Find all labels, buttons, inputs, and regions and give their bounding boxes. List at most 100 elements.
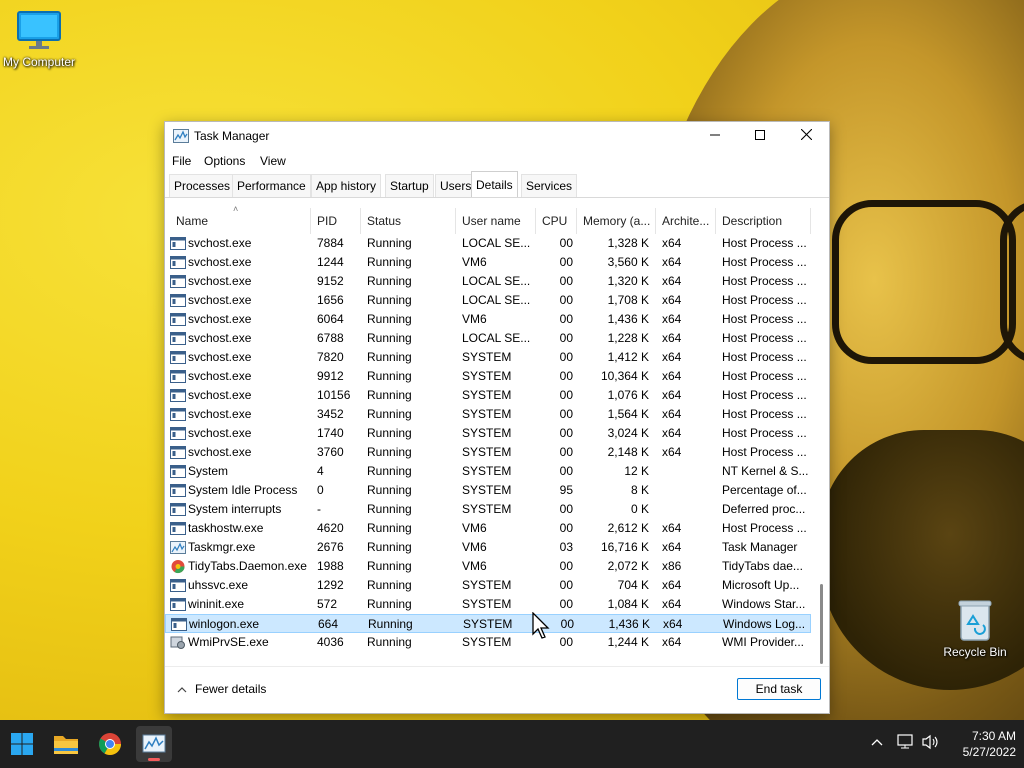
menu-options[interactable]: Options	[204, 154, 245, 168]
volume-icon[interactable]	[921, 734, 939, 753]
cpu-cell: 00	[559, 236, 573, 250]
architecture-cell: x64	[662, 388, 682, 402]
start-button[interactable]	[4, 726, 40, 762]
table-row[interactable]: svchost.exe 10156 Running SYSTEM 00 1,076 K x6…	[165, 386, 811, 405]
table-row[interactable]: System Idle Process 0 Running SYSTEM 95 8 K Pe…	[165, 481, 811, 500]
table-row[interactable]: wininit.exe 572 Running SYSTEM 00 1,084 Kx64 W…	[165, 595, 811, 614]
fewer-details-link[interactable]: Fewer details	[177, 682, 266, 696]
table-row[interactable]: svchost.exe 9912 Running SYSTEM 00 10,364 K x6…	[165, 367, 811, 386]
menu-bar: File Options View	[165, 152, 829, 172]
column-status[interactable]: Status	[361, 208, 456, 234]
pid-cell: 9912	[317, 369, 344, 383]
process-name: svchost.exe	[188, 255, 252, 269]
tab-details[interactable]: Details	[471, 171, 518, 198]
table-row[interactable]: System 4 Running SYSTEM 00 12 K NT Kernel & S.…	[165, 462, 811, 481]
tab-services[interactable]: Services	[521, 174, 578, 197]
memory-cell: 2,148 K	[607, 445, 649, 459]
table-row[interactable]: svchost.exe 3452 Running SYSTEM 00 1,564 K x64…	[165, 405, 811, 424]
clock-time: 7:30 AM	[971, 729, 1016, 743]
desktop-icon-recycle-bin[interactable]: Recycle Bin	[940, 598, 1010, 659]
column-memory[interactable]: Memory (a...	[577, 208, 656, 234]
table-row[interactable]: svchost.exe 6788 Running LOCAL SE... 00 1,228…	[165, 329, 811, 348]
service-icon	[170, 331, 186, 346]
table-row[interactable]: TidyTabs.Daemon.exe 1988 Running VM6 00 2,072…	[165, 557, 811, 576]
column-user-name[interactable]: User name	[456, 208, 536, 234]
table-row[interactable]: svchost.exe 1244 Running VM6 00 3,560 K x64 Hos…	[165, 253, 811, 272]
taskbar-file-explorer[interactable]	[48, 726, 84, 762]
service-icon	[170, 426, 186, 441]
menu-file[interactable]: File	[172, 154, 191, 168]
table-row[interactable]: svchost.exe 6064 Running VM6 00 1,436 K x64 Hos…	[165, 310, 811, 329]
table-row[interactable]: uhssvc.exe 1292 Running SYSTEM 00 704 K x64 Mic…	[165, 576, 811, 595]
column-cpu[interactable]: CPU	[536, 208, 577, 234]
taskbar-chrome[interactable]	[92, 726, 128, 762]
scrollbar-thumb[interactable]	[820, 584, 823, 664]
table-row[interactable]: System interrupts - Running SYSTEM 00 0 K Defe…	[165, 500, 811, 519]
column-name[interactable]: Name	[170, 208, 311, 234]
status-cell: Running	[367, 255, 412, 269]
column-architecture[interactable]: Archite...	[656, 208, 716, 234]
column-description[interactable]: Description	[716, 208, 811, 234]
architecture-cell: x64	[662, 236, 682, 250]
pid-cell: 7820	[317, 350, 344, 364]
tab-processes[interactable]: Processes	[169, 174, 236, 197]
user-name-cell: SYSTEM	[462, 388, 512, 402]
maximize-button[interactable]	[737, 122, 783, 150]
tab-performance[interactable]: Performance	[232, 174, 311, 197]
service-icon	[170, 578, 186, 593]
system-clock[interactable]: 7:30 AM 5/27/2022	[950, 728, 1016, 760]
column-pid[interactable]: PID	[311, 208, 361, 234]
pid-cell: 1292	[317, 578, 344, 592]
process-name: svchost.exe	[188, 388, 252, 402]
tab-startup[interactable]: Startup	[385, 174, 434, 197]
end-task-button[interactable]: End task	[737, 678, 821, 700]
title-bar[interactable]: Task Manager	[165, 122, 829, 150]
process-name: System	[188, 464, 229, 478]
user-name-cell: LOCAL SE...	[462, 274, 531, 288]
description-cell: Task Manager	[722, 540, 798, 554]
user-name-cell: SYSTEM	[462, 597, 512, 611]
table-row[interactable]: svchost.exe 3760 Running SYSTEM 00 2,148 K x64…	[165, 443, 811, 462]
table-row[interactable]: Taskmgr.exe 2676 Running VM6 03 16,716 K x64 Ta…	[165, 538, 811, 557]
table-row[interactable]: taskhostw.exe 4620 Running VM6 00 2,612 K x64 H…	[165, 519, 811, 538]
cpu-cell: 00	[559, 445, 573, 459]
desktop-icon-label: Recycle Bin	[943, 645, 1007, 659]
service-icon	[170, 293, 186, 308]
tab-app-history[interactable]: App history	[311, 174, 382, 197]
menu-view[interactable]: View	[260, 154, 286, 168]
user-name-cell: SYSTEM	[462, 445, 512, 459]
table-row[interactable]: svchost.exe 9152 Running LOCAL SE... 00 1,320…	[165, 272, 811, 291]
vertical-scrollbar[interactable]	[817, 234, 827, 664]
process-name: svchost.exe	[188, 369, 252, 383]
tidytabs-icon	[170, 559, 186, 574]
memory-cell: 3,560 K	[607, 255, 649, 269]
table-row[interactable]: winlogon.exe 664 Running SYSTEM 00 1,436 Kx64…	[165, 614, 811, 633]
status-cell: Running	[367, 293, 412, 307]
architecture-cell: x64	[662, 369, 682, 383]
process-name: svchost.exe	[188, 350, 252, 364]
process-name: Taskmgr.exe	[188, 540, 256, 554]
network-icon[interactable]	[897, 734, 915, 753]
taskbar-task-manager[interactable]	[136, 726, 172, 762]
status-cell: Running	[367, 635, 412, 649]
status-cell: Running	[368, 617, 413, 631]
table-row[interactable]: WmiPrvSE.exe 4036 Running SYSTEM 00 1,244 Kx6…	[165, 633, 811, 652]
minimize-button[interactable]	[692, 122, 738, 150]
cpu-cell: 03	[559, 540, 573, 554]
table-row[interactable]: svchost.exe 1656 Running LOCAL SE... 00 1,708…	[165, 291, 811, 310]
user-name-cell: VM6	[462, 312, 487, 326]
process-name: wininit.exe	[188, 597, 245, 611]
table-row[interactable]: svchost.exe 1740 Running SYSTEM 00 3,024 K x64…	[165, 424, 811, 443]
process-name: svchost.exe	[188, 293, 252, 307]
user-name-cell: SYSTEM	[462, 635, 512, 649]
status-cell: Running	[367, 388, 412, 402]
close-button[interactable]	[783, 122, 829, 150]
architecture-cell: x64	[662, 426, 682, 440]
chevron-up-icon[interactable]	[871, 734, 883, 750]
desktop-icon-my-computer[interactable]: My Computer	[0, 10, 78, 69]
table-row[interactable]: svchost.exe 7820 Running SYSTEM 00 1,412 K x64…	[165, 348, 811, 367]
cpu-cell: 00	[559, 464, 573, 478]
table-row[interactable]: svchost.exe 7884 Running LOCAL SE... 00 1,328…	[165, 234, 811, 253]
service-icon	[170, 255, 186, 270]
description-cell: Host Process ...	[722, 426, 807, 440]
